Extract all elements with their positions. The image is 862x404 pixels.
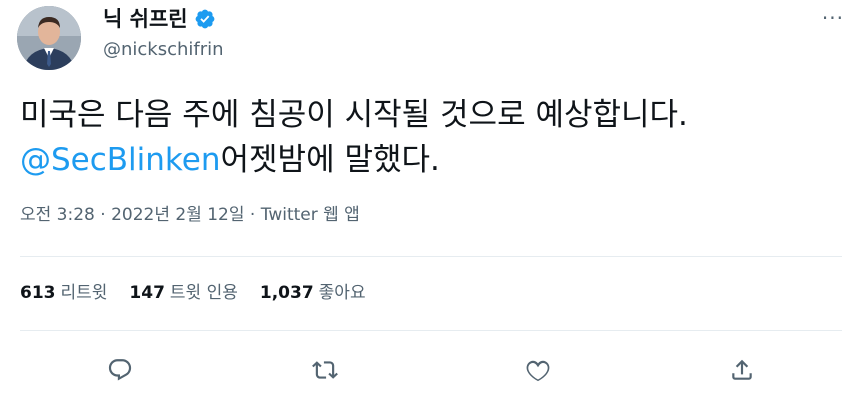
meta-separator: · (244, 205, 261, 225)
retweets-count: 613 (20, 283, 56, 303)
tweet-text-tail: 어젯밤에 말했다. (220, 142, 440, 178)
reply-icon (108, 359, 132, 381)
tweet-meta: 오전 3:28 · 2022년 2월 12일 · Twitter 웹 앱 (20, 203, 360, 227)
more-icon[interactable]: ··· (822, 8, 844, 28)
likes-stat[interactable]: 1,037 좋아요 (260, 281, 366, 305)
retweet-button[interactable] (305, 350, 345, 390)
meta-separator: · (94, 205, 112, 225)
quotes-count: 147 (129, 283, 165, 303)
likes-label: 좋아요 (318, 283, 366, 303)
reply-button[interactable] (100, 350, 140, 390)
tweet-text-line-2: @SecBlinken어젯밤에 말했다. (20, 138, 850, 183)
display-name-row[interactable]: 닉 쉬프린 (103, 4, 216, 34)
share-button[interactable] (722, 350, 762, 390)
display-name[interactable]: 닉 쉬프린 (103, 4, 188, 34)
avatar[interactable] (17, 6, 81, 70)
quotes-label: 트윗 인용 (169, 283, 238, 303)
tweet: 닉 쉬프린 @nickschifrin ··· 미국은 다음 주에 침공이 시작… (0, 0, 862, 404)
tweet-source[interactable]: Twitter 웹 앱 (261, 205, 360, 225)
verified-badge-icon (194, 8, 216, 30)
tweet-stats: 613 리트윗 147 트윗 인용 1,037 좋아요 (20, 281, 388, 305)
avatar-photo (17, 6, 81, 70)
retweets-stat[interactable]: 613 리트윗 (20, 281, 107, 305)
likes-count: 1,037 (259, 283, 314, 303)
tweet-time[interactable]: 오전 3:28 (20, 205, 95, 225)
action-bar (0, 350, 862, 394)
mention-link[interactable]: @SecBlinken (20, 142, 221, 178)
tweet-text-line-1: 미국은 다음 주에 침공이 시작될 것으로 예상합니다. (20, 97, 688, 133)
divider (20, 330, 842, 331)
tweet-text: 미국은 다음 주에 침공이 시작될 것으로 예상합니다. @SecBlinken… (20, 93, 850, 183)
share-icon (732, 359, 752, 380)
divider (20, 256, 842, 257)
retweets-label: 리트윗 (60, 283, 108, 303)
tweet-date[interactable]: 2022년 2월 12일 (111, 205, 244, 225)
like-icon (526, 360, 550, 382)
like-button[interactable] (518, 350, 558, 390)
retweet-icon (312, 361, 338, 379)
quotes-stat[interactable]: 147 트윗 인용 (129, 281, 237, 305)
handle[interactable]: @nickschifrin (103, 38, 224, 62)
